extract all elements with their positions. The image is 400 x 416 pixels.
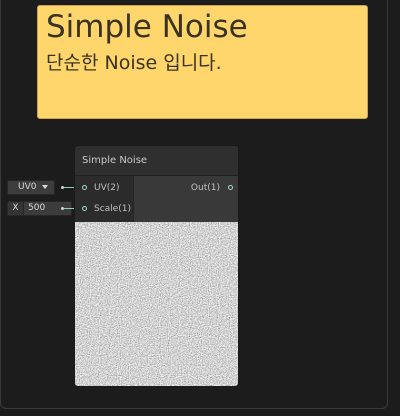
uv-channel-dropdown[interactable]: UV0	[7, 180, 55, 195]
out-output-port[interactable]: Out(1)	[173, 178, 233, 198]
port-dot-icon[interactable]	[82, 206, 87, 211]
scale-input-label: Scale(1)	[94, 204, 131, 214]
out-output-label: Out(1)	[190, 183, 220, 193]
caret-down-icon	[42, 185, 48, 189]
noise-preview-image	[75, 222, 238, 386]
uv-input-label: UV(2)	[94, 183, 120, 193]
uv-channel-value: UV0	[18, 182, 37, 192]
node-outputs: Out(1)	[133, 176, 238, 222]
sticky-note[interactable]: Simple Noise 단순한 Noise 입니다.	[37, 5, 368, 119]
port-dot-icon[interactable]	[228, 185, 233, 190]
sticky-note-body[interactable]: 단순한 Noise 입니다.	[46, 50, 222, 76]
port-dot-icon[interactable]	[82, 185, 87, 190]
sticky-note-title[interactable]: Simple Noise	[46, 8, 248, 46]
scale-value[interactable]: 500	[28, 202, 45, 215]
node-inputs: UV(2) Scale(1)	[75, 176, 133, 222]
simple-noise-node[interactable]: Simple Noise UV(2) Scale(1) Out(1)	[74, 145, 239, 387]
node-title[interactable]: Simple Noise	[75, 146, 238, 176]
scale-axis-label: X	[8, 202, 24, 215]
